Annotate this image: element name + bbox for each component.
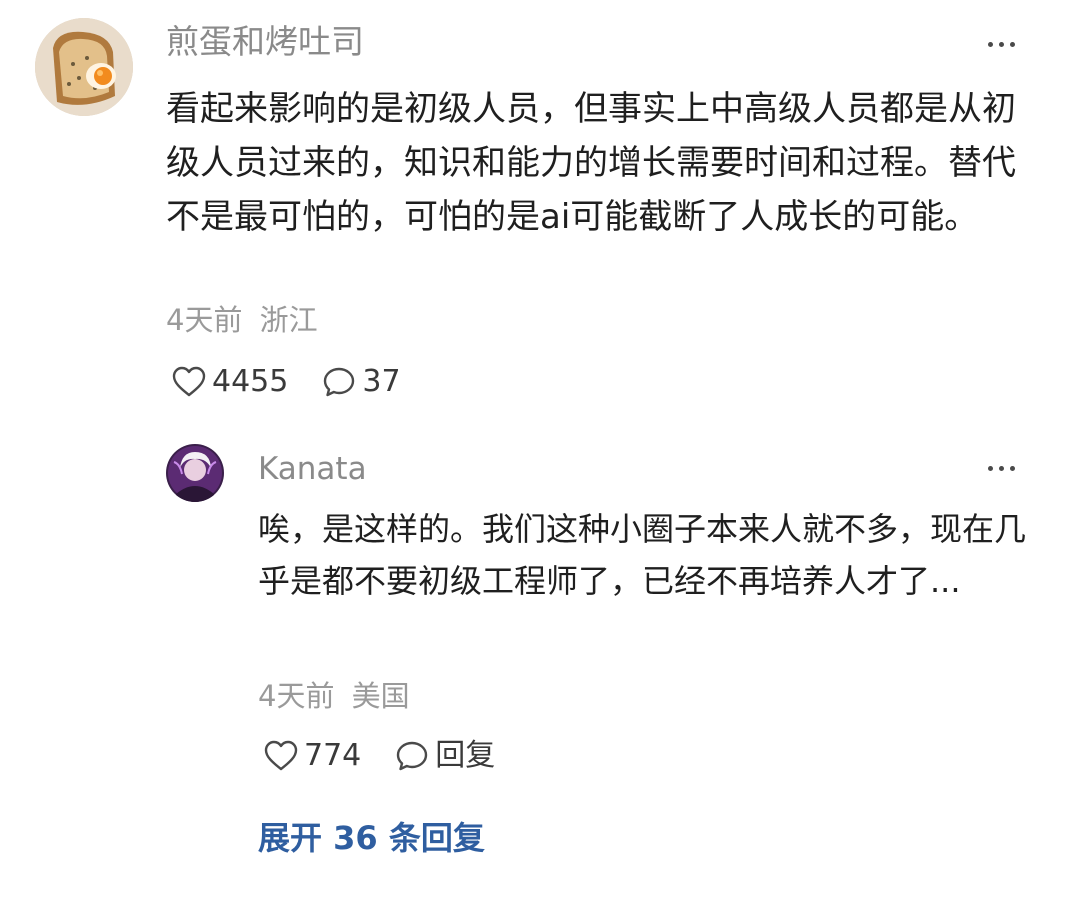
avatar[interactable] xyxy=(166,444,224,502)
comment-actions: 4455 37 xyxy=(172,362,401,402)
avatar[interactable] xyxy=(35,18,133,116)
anime-character-avatar-image xyxy=(166,444,224,502)
speech-bubble-icon xyxy=(324,367,355,397)
comment-location: 美国 xyxy=(351,679,410,713)
toast-egg-avatar-image xyxy=(35,18,133,116)
username[interactable]: 煎蛋和烤吐司 xyxy=(166,22,364,62)
heart-outline-icon xyxy=(172,366,206,397)
like-button[interactable]: 774 xyxy=(264,736,361,776)
comment-meta: 4天前 美国 xyxy=(258,678,410,714)
reply-count: 37 xyxy=(362,364,401,399)
more-dots-icon[interactable] xyxy=(988,42,1015,47)
heart-outline-icon xyxy=(264,740,298,771)
like-count: 774 xyxy=(304,738,362,773)
more-dots-icon[interactable] xyxy=(988,466,1015,471)
reply-button[interactable]: 37 xyxy=(322,362,401,402)
comment-location: 浙江 xyxy=(259,303,318,337)
like-button[interactable]: 4455 xyxy=(172,362,288,402)
comment-actions: 774 回复 xyxy=(264,736,495,776)
expand-replies-link[interactable]: 展开 36 条回复 xyxy=(258,818,485,858)
reply-button[interactable]: 回复 xyxy=(395,736,495,776)
comment-meta: 4天前 浙江 xyxy=(166,302,318,338)
comment-time: 4天前 xyxy=(166,303,243,337)
speech-bubble-icon xyxy=(397,741,428,771)
username[interactable]: Kanata xyxy=(258,450,367,488)
like-count: 4455 xyxy=(212,364,289,399)
comment-text: 唉，是这样的。我们这种小圈子本来人就不多，现在几乎是都不要初级工程师了，已经不再… xyxy=(258,510,1027,600)
reply-label: 回复 xyxy=(435,738,496,773)
comment-text: 看起来影响的是初级人员，但事实上中高级人员都是从初级人员过来的，知识和能力的增长… xyxy=(166,89,1016,237)
comment-time: 4天前 xyxy=(258,679,335,713)
